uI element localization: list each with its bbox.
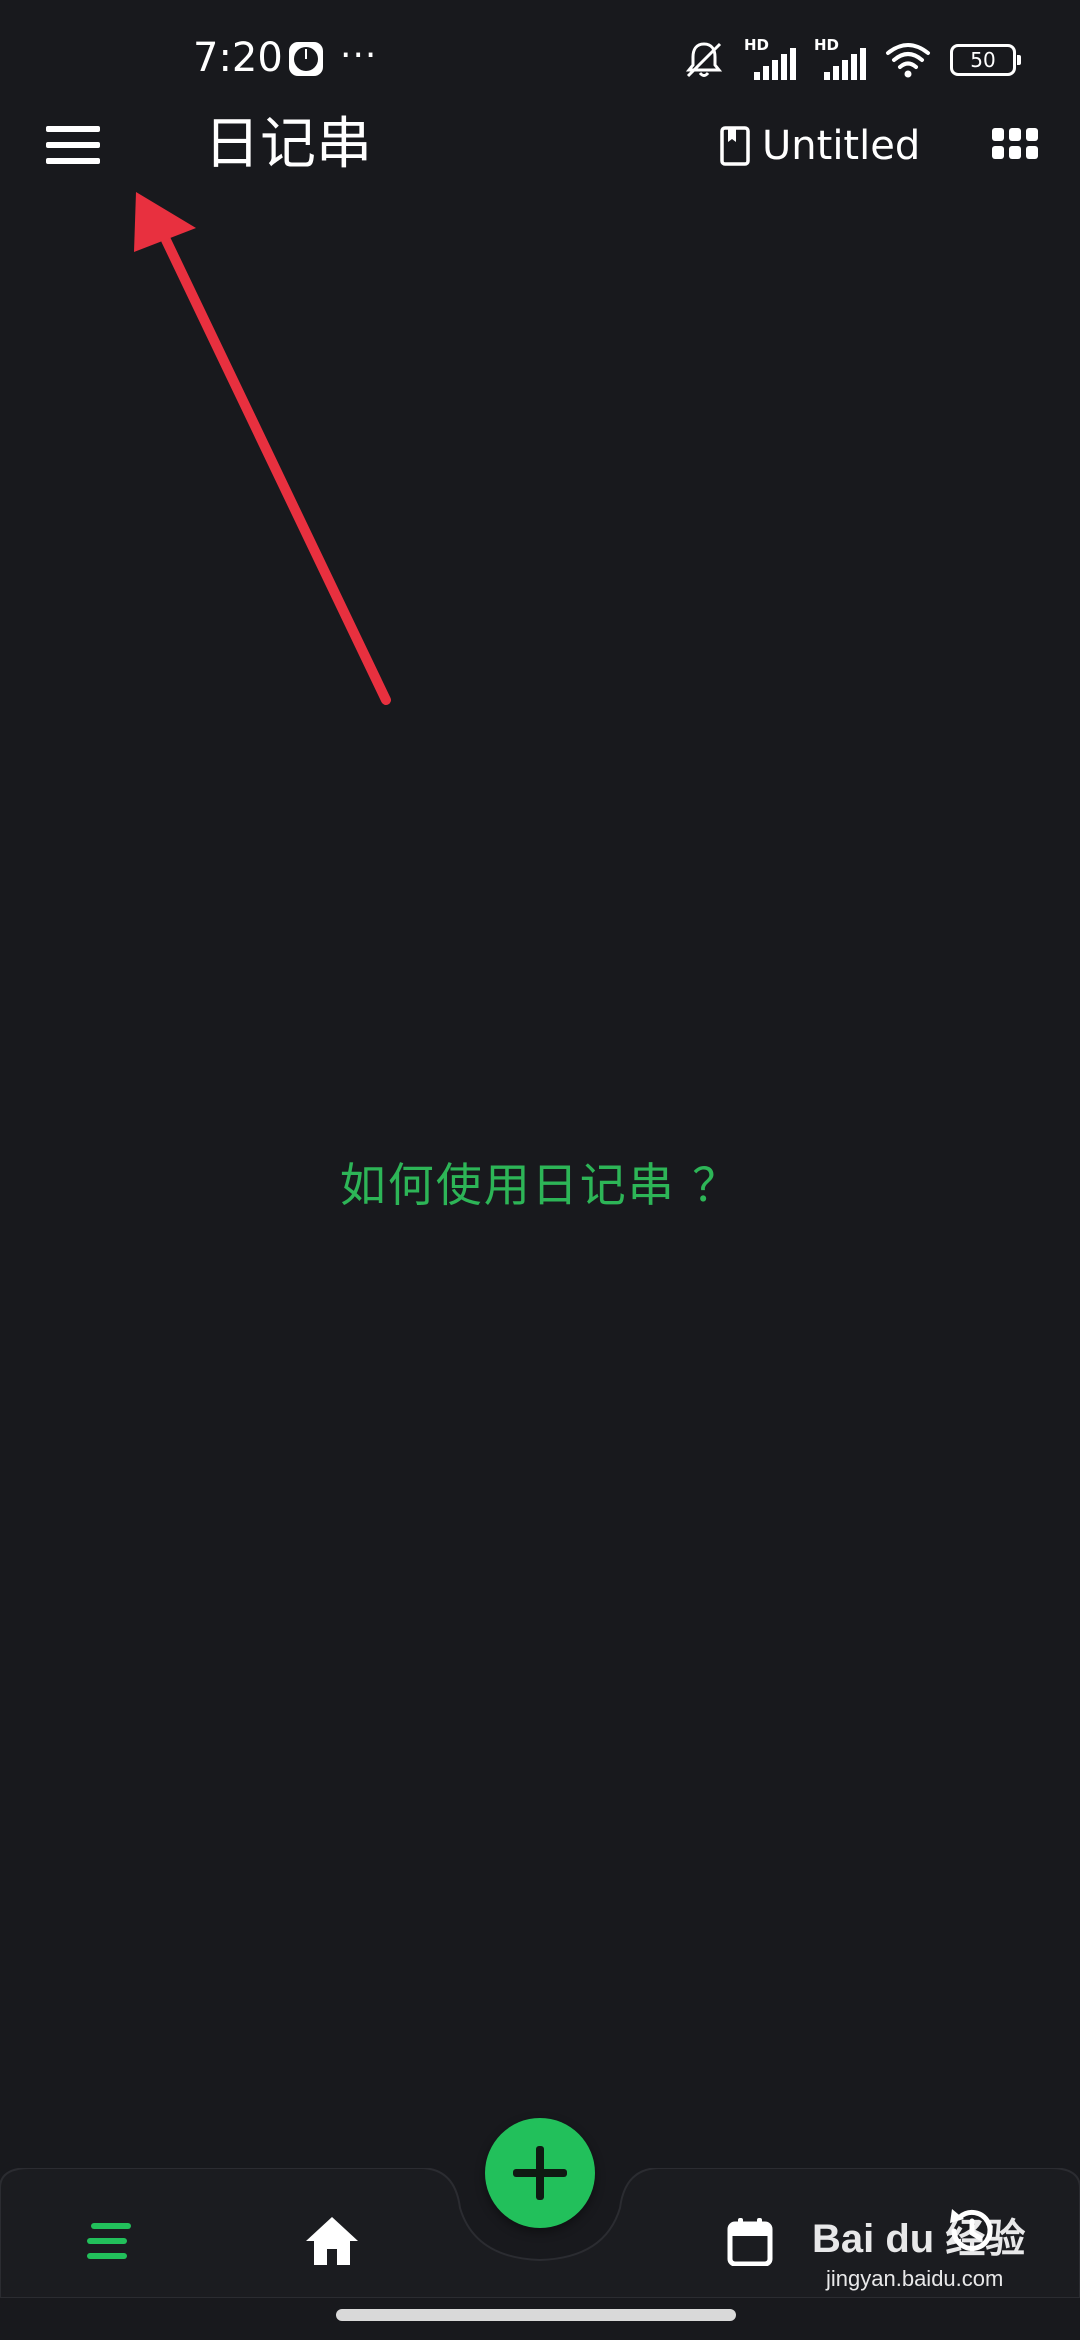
status-time: 7:20 <box>193 35 283 81</box>
menu-button[interactable] <box>46 118 108 172</box>
notebook-name: Untitled <box>762 123 921 169</box>
nav-home-button[interactable] <box>292 2206 372 2276</box>
add-entry-button[interactable] <box>485 2118 595 2228</box>
grid-apps-icon <box>992 128 1004 141</box>
stopwatch-icon <box>289 42 323 76</box>
home-indicator[interactable] <box>336 2309 736 2321</box>
nav-list-button[interactable] <box>70 2206 150 2276</box>
watermark-brand: Bai du 经验 <box>812 2217 1026 2261</box>
app-title: 日记串 <box>204 112 372 177</box>
notification-more-icon: ··· <box>340 35 378 76</box>
baidu-jingyan-watermark: Bai du 经验 jingyan.baidu.com <box>812 2206 1044 2302</box>
help-link[interactable]: 如何使用日记串 ？ <box>0 1150 1080 1220</box>
notebook-icon <box>720 126 750 166</box>
watermark-url: jingyan.baidu.com <box>826 2266 1004 2291</box>
battery-icon: 50 <box>950 44 1021 76</box>
hamburger-menu-icon <box>46 126 100 132</box>
notebook-selector-button[interactable]: Untitled <box>720 118 920 174</box>
wifi-icon <box>886 43 930 78</box>
app-header: 日记串 Untitled <box>0 100 1080 190</box>
home-icon <box>306 2217 358 2265</box>
list-icon <box>87 2223 131 2259</box>
apps-grid-button[interactable] <box>992 128 1038 164</box>
battery-level: 50 <box>970 48 996 72</box>
signal-strength-sim1-icon: HD <box>744 36 796 80</box>
signal-strength-sim2-icon: HD <box>814 36 866 80</box>
mute-bell-icon <box>685 42 723 78</box>
status-icons: HD HD 50 <box>682 36 1021 84</box>
nav-calendar-button[interactable] <box>710 2206 790 2276</box>
calendar-icon <box>727 2218 773 2266</box>
